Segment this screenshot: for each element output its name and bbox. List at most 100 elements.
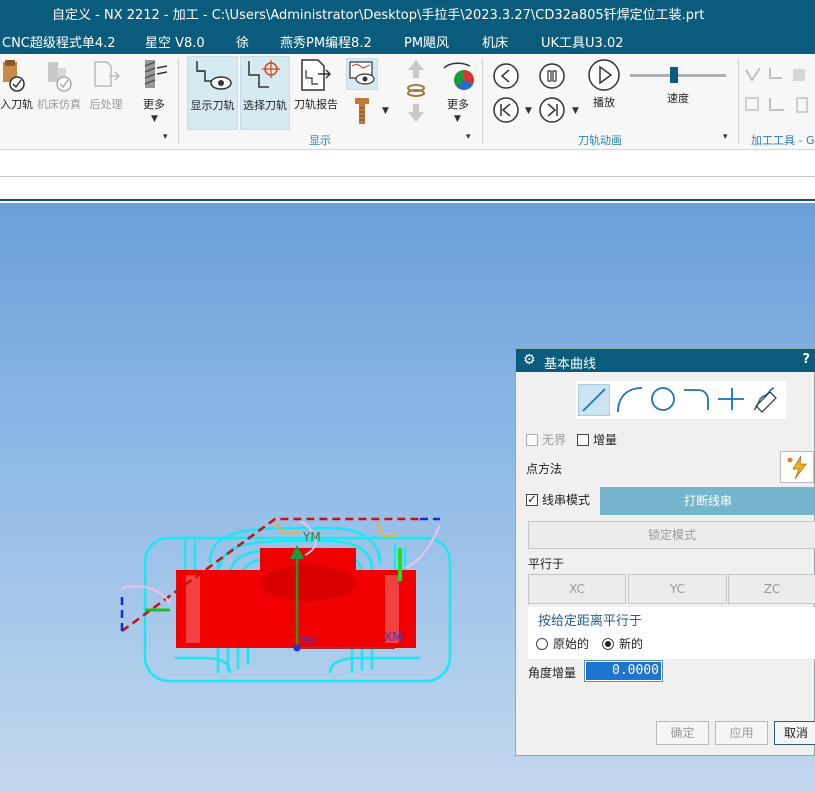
line-icon (582, 388, 606, 412)
menu-xu[interactable]: 徐 (236, 32, 249, 51)
group-separator (482, 58, 483, 144)
parallel-distance-label: 按给定距离平行于 (538, 614, 643, 629)
layer-arrows-icon (407, 60, 425, 122)
cancel-button[interactable]: 取消 (774, 721, 815, 745)
dialog-title: 基本曲线 (544, 357, 597, 372)
parallel-yc-button[interactable]: YC (628, 574, 727, 604)
trim-curve-button[interactable] (716, 384, 748, 416)
step-back-icon[interactable] (492, 62, 520, 90)
group-expand-icon[interactable]: ▾ (163, 132, 168, 142)
circle-icon (651, 387, 675, 411)
display-group-label: 显示 (309, 134, 331, 147)
parallel-zc-button[interactable]: ZC (728, 574, 815, 604)
more-display-dropdown-icon[interactable]: ▼ (454, 114, 461, 124)
basic-curves-dialog: ⚙ 基本曲线 ? 无界 增量 点方法 线串模 (515, 348, 815, 756)
zm-axis-label: ZM (300, 636, 317, 649)
lightning-point-icon (787, 455, 807, 480)
help-icon[interactable]: ? (802, 352, 810, 367)
parallel-to-label: 平行于 (528, 557, 565, 571)
edit-curve-icon (753, 387, 777, 413)
end-mill-icon (144, 60, 168, 88)
layer-move-button[interactable] (404, 58, 428, 126)
menu-machine[interactable]: 机床 (482, 32, 508, 51)
to-start-dropdown-icon[interactable]: ▼ (525, 106, 532, 116)
toolpath-check-icon (3, 60, 25, 92)
ok-button[interactable]: 确定 (656, 721, 709, 745)
select-toolpath-button[interactable]: 选择刀轨 (240, 56, 290, 130)
line-curve-button[interactable] (578, 384, 610, 416)
display-group-expand-icon[interactable]: ▾ (466, 132, 471, 142)
step-forward-icon[interactable] (538, 96, 566, 124)
circle-curve-button[interactable] (648, 384, 680, 416)
string-mode-checkbox[interactable]: 线串模式 (526, 491, 590, 508)
post-process-icon (94, 61, 121, 87)
menu-yanxiu[interactable]: 燕秀PM编程8.2 (280, 32, 372, 51)
animation-group-expand-icon[interactable]: ▾ (723, 132, 728, 142)
report-icon (301, 59, 332, 91)
gear-icon[interactable]: ⚙ (523, 352, 536, 368)
speed-slider[interactable] (630, 67, 726, 83)
break-string-button[interactable]: 打断线串 (600, 487, 815, 515)
group-separator (178, 58, 179, 144)
step-forward-dropdown-icon[interactable]: ▼ (572, 106, 579, 116)
post-process-button[interactable]: 后处理 (86, 58, 126, 112)
speed-label: 速度 (667, 92, 689, 105)
parallel-xc-button[interactable]: XC (528, 574, 626, 604)
show-toolpath-button[interactable]: 显示刀轨 (187, 56, 238, 130)
dialog-title-bar[interactable]: ⚙ 基本曲线 ? (516, 349, 815, 372)
angle-increment-label: 角度增量 (528, 666, 577, 680)
play-icon (588, 59, 620, 91)
more-display-button[interactable]: 更多 (438, 58, 478, 112)
window-title: 自定义 - NX 2212 - 加工 - C:\Users\Administra… (52, 8, 705, 23)
menu-xingkong[interactable]: 星空 V8.0 (145, 32, 205, 51)
import-toolpath-button[interactable]: 入刀轨 (0, 58, 33, 112)
fillet-icon (684, 389, 709, 410)
arc-curve-button[interactable] (614, 384, 646, 416)
tool-b-icon[interactable] (768, 66, 786, 84)
xm-axis-label: XM (384, 630, 403, 644)
tool-d-icon[interactable] (744, 96, 762, 114)
more-dropdown-icon[interactable]: ▼ (151, 114, 158, 124)
group-separator (738, 58, 739, 144)
tool-e-icon[interactable] (768, 96, 786, 114)
parallel-distance-section: 按给定距离平行于 原始的 新的 (528, 607, 815, 659)
point-method-label: 点方法 (526, 462, 563, 476)
lock-mode-button[interactable]: 锁定模式 (528, 521, 815, 549)
menu-cnc-sheet[interactable]: CNC超级程式单4.2 (2, 32, 116, 51)
speed-slider-thumb[interactable] (669, 67, 678, 83)
machine-sim-icon (48, 62, 72, 92)
pause-icon[interactable] (538, 62, 566, 90)
ym-axis-label: YM (302, 530, 321, 544)
original-radio[interactable]: 原始的 (536, 635, 589, 652)
tool-a-icon[interactable] (744, 66, 762, 84)
edit-curve-button[interactable] (750, 384, 782, 416)
apply-button[interactable]: 应用 (715, 721, 768, 745)
play-button[interactable]: 播放 (586, 58, 622, 110)
more-toolpath-button[interactable]: 更多 (138, 58, 170, 112)
tool-display-button[interactable] (350, 96, 374, 126)
tool-f-icon[interactable] (794, 96, 812, 114)
curve-type-selector (576, 381, 786, 419)
unbounded-checkbox[interactable]: 无界 (526, 431, 566, 448)
trim-icon (718, 388, 744, 410)
machine-simulation-button[interactable]: 机床仿真 (36, 58, 82, 112)
display-options-button[interactable] (346, 58, 378, 90)
ribbon: 入刀轨 机床仿真 后处理 更多 ▼ ▾ 显示刀轨 选择刀轨 刀轨报告 ▼ 更多 … (0, 54, 815, 150)
menu-uk-tools[interactable]: UK工具U3.02 (541, 32, 624, 51)
title-bar: 自定义 - NX 2212 - 加工 - C:\Users\Administra… (0, 0, 815, 26)
incremental-checkbox[interactable]: 增量 (577, 431, 617, 448)
new-radio[interactable]: 新的 (602, 635, 643, 652)
screw-icon (355, 98, 369, 124)
tool-display-dropdown-icon[interactable]: ▼ (382, 106, 389, 116)
tools-group-label: 加工工具 - G (751, 134, 815, 147)
menu-pm-hurricane[interactable]: PM飓风 (404, 32, 449, 51)
tool-c-icon[interactable] (790, 66, 808, 84)
color-wheel-icon (443, 62, 474, 90)
fillet-curve-button[interactable] (682, 384, 714, 416)
display-eye-icon (349, 61, 375, 85)
to-start-icon[interactable] (492, 96, 520, 124)
angle-increment-input[interactable]: 0.0000 (584, 660, 663, 682)
toolpath-report-button[interactable]: 刀轨报告 (292, 56, 340, 112)
point-method-button[interactable] (780, 451, 814, 483)
menu-bar: CNC超级程式单4.2 星空 V8.0 徐 燕秀PM编程8.2 PM飓风 机床 … (0, 26, 815, 54)
